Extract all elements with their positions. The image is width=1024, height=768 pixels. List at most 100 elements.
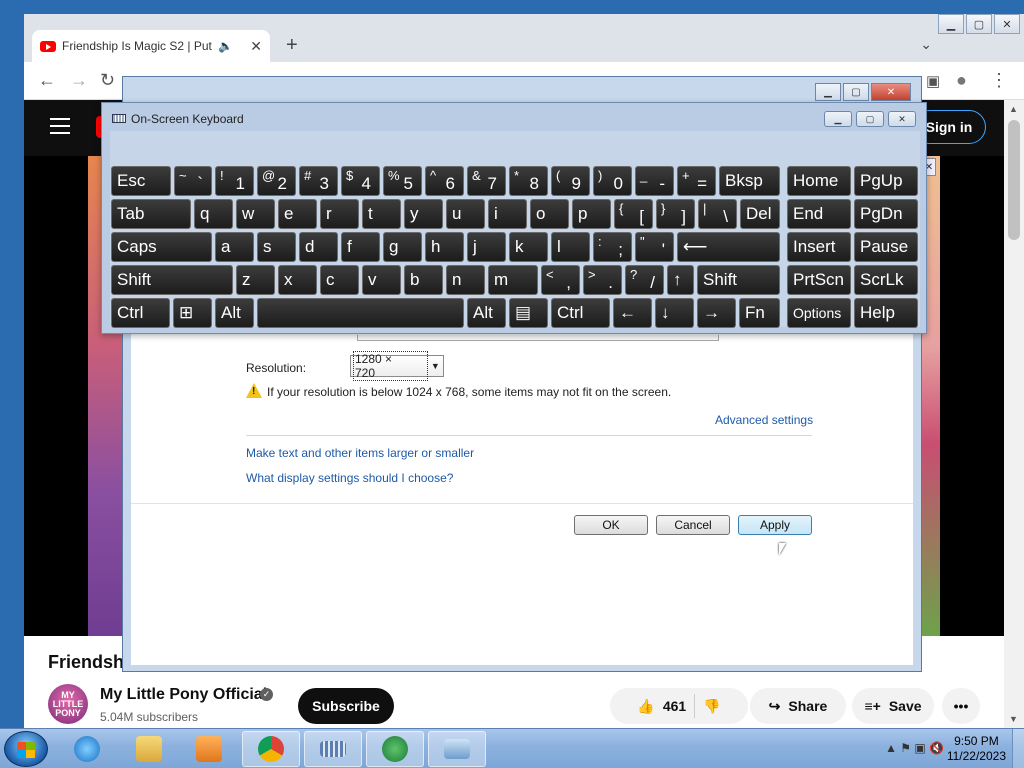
osk-minimize-button[interactable]: ▁ xyxy=(824,111,852,127)
key-left-arrow[interactable]: ← xyxy=(613,298,652,328)
key-u[interactable]: u xyxy=(446,199,485,229)
key-left-alt[interactable]: Alt xyxy=(215,298,254,328)
key-right-alt[interactable]: Alt xyxy=(467,298,506,328)
key-a[interactable]: a xyxy=(215,232,254,262)
outer-close-button[interactable]: ✕ xyxy=(994,14,1020,34)
cancel-button[interactable]: Cancel xyxy=(656,515,730,535)
key-7[interactable]: & 7 xyxy=(467,166,506,196)
key-4[interactable]: $4 xyxy=(341,166,380,196)
reload-icon[interactable]: ↻ xyxy=(100,70,115,91)
key-f[interactable]: f xyxy=(341,232,380,262)
key-backspace[interactable]: Bksp xyxy=(719,166,780,196)
key-p[interactable]: p xyxy=(572,199,611,229)
key-tab[interactable]: Tab xyxy=(111,199,191,229)
back-icon[interactable]: ← xyxy=(38,70,56,91)
key-home[interactable]: Home xyxy=(787,166,851,196)
key-right-shift[interactable]: Shift xyxy=(697,265,780,295)
key-scrlk[interactable]: ScrLk xyxy=(854,265,918,295)
like-icon[interactable]: 👍 xyxy=(637,698,654,715)
key-g[interactable]: g xyxy=(383,232,422,262)
key-right-arrow[interactable]: → xyxy=(697,298,736,328)
key-pgdn[interactable]: PgDn xyxy=(854,199,918,229)
key-left-ctrl[interactable]: Ctrl xyxy=(111,298,170,328)
advanced-settings-link[interactable]: Advanced settings xyxy=(715,413,813,427)
save-button[interactable]: ≡+ Save xyxy=(852,688,934,724)
key-minus[interactable]: _ - xyxy=(635,166,674,196)
key-y[interactable]: y xyxy=(404,199,443,229)
key-prtscn[interactable]: PrtScn xyxy=(787,265,851,295)
taskbar-media-player[interactable] xyxy=(180,731,238,767)
key-left-bracket[interactable]: {[ xyxy=(614,199,653,229)
key-3[interactable]: #3 xyxy=(299,166,338,196)
taskbar-internet-explorer[interactable] xyxy=(58,731,116,767)
key-1[interactable]: ! 1 xyxy=(215,166,254,196)
key-esc[interactable]: Esc xyxy=(111,166,171,196)
key-b[interactable]: b xyxy=(404,265,443,295)
resolution-dropdown[interactable]: 1280 × 720 ▼ xyxy=(350,351,444,381)
key-pause[interactable]: Pause xyxy=(854,232,918,262)
osk-close-button[interactable]: ✕ xyxy=(888,111,916,127)
key-space[interactable] xyxy=(257,298,464,328)
key-windows[interactable]: ⊞ xyxy=(173,298,212,328)
key-s[interactable]: s xyxy=(257,232,296,262)
key-comma[interactable]: <, xyxy=(541,265,580,295)
tab-search-chevron-icon[interactable]: ⌄ xyxy=(920,36,932,53)
key-period[interactable]: >. xyxy=(583,265,622,295)
text-size-link[interactable]: Make text and other items larger or smal… xyxy=(246,446,474,460)
display-select[interactable] xyxy=(357,335,719,341)
key-end[interactable]: End xyxy=(787,199,851,229)
outer-minimize-button[interactable]: ▁ xyxy=(938,14,964,34)
key-6[interactable]: ^ 6 xyxy=(425,166,464,196)
key-context-menu[interactable]: ▤ xyxy=(509,298,548,328)
osk-titlebar[interactable]: On-Screen Keyboard ▁ ▢ ✕ xyxy=(102,103,926,133)
key-caps[interactable]: Caps xyxy=(111,232,212,262)
key-delete[interactable]: Del xyxy=(740,199,780,229)
outer-maximize-button[interactable]: ▢ xyxy=(966,14,992,34)
taskbar-file-explorer[interactable] xyxy=(120,731,178,767)
key-z[interactable]: z xyxy=(236,265,275,295)
key-quote[interactable]: " ' xyxy=(635,232,674,262)
page-scrollbar[interactable]: ▲ ▼ xyxy=(1004,100,1024,728)
key-w[interactable]: w xyxy=(236,199,275,229)
dropdown-arrow-icon[interactable]: ▼ xyxy=(428,361,443,371)
start-button[interactable] xyxy=(4,731,48,767)
show-desktop-button[interactable] xyxy=(1012,729,1024,768)
scroll-down-icon[interactable]: ▼ xyxy=(1009,714,1018,724)
scroll-up-icon[interactable]: ▲ xyxy=(1009,104,1018,114)
key-x[interactable]: x xyxy=(278,265,317,295)
key-down-arrow[interactable]: ↓ xyxy=(655,298,694,328)
key-l[interactable]: l xyxy=(551,232,590,262)
key-options[interactable]: Options xyxy=(787,298,851,328)
dialog-close-button[interactable]: ✕ xyxy=(871,83,911,101)
key-v[interactable]: v xyxy=(362,265,401,295)
key-j[interactable]: j xyxy=(467,232,506,262)
channel-name[interactable]: My Little Pony Official xyxy=(100,686,267,704)
channel-avatar[interactable]: MY LITTLE PONY xyxy=(48,684,88,724)
key-backslash[interactable]: | \ xyxy=(698,199,737,229)
key-help[interactable]: Help xyxy=(854,298,918,328)
apply-button[interactable]: Apply xyxy=(738,515,812,535)
key-pgup[interactable]: PgUp xyxy=(854,166,918,196)
taskbar-display-settings[interactable] xyxy=(428,731,486,767)
key-e[interactable]: e xyxy=(278,199,317,229)
tab-youtube[interactable]: Friendship Is Magic S2 | Putt 🔈 ✕ xyxy=(32,30,270,62)
subscribe-button[interactable]: Subscribe xyxy=(298,688,394,724)
key-right-ctrl[interactable]: Ctrl xyxy=(551,298,610,328)
key-tilde[interactable]: ~ ` xyxy=(174,166,212,196)
like-count[interactable]: 461 xyxy=(663,698,686,714)
key-d[interactable]: d xyxy=(299,232,338,262)
taskbar-clock[interactable]: 9:50 PM 11/22/2023 xyxy=(947,734,1006,764)
audio-playing-icon[interactable]: 🔈 xyxy=(218,39,233,53)
new-tab-icon[interactable]: + xyxy=(286,34,298,57)
ok-button[interactable]: OK xyxy=(574,515,648,535)
key-semicolon[interactable]: :; xyxy=(593,232,632,262)
key-8[interactable]: * 8 xyxy=(509,166,548,196)
key-q[interactable]: q xyxy=(194,199,233,229)
profile-icon[interactable]: ● xyxy=(956,70,967,91)
key-k[interactable]: k xyxy=(509,232,548,262)
key-up-arrow[interactable]: ↑ xyxy=(667,265,694,295)
key-equals[interactable]: + = xyxy=(677,166,716,196)
key-slash[interactable]: ? / xyxy=(625,265,664,295)
side-panel-icon[interactable]: ▣ xyxy=(926,72,940,90)
hamburger-menu-icon[interactable] xyxy=(50,118,70,134)
